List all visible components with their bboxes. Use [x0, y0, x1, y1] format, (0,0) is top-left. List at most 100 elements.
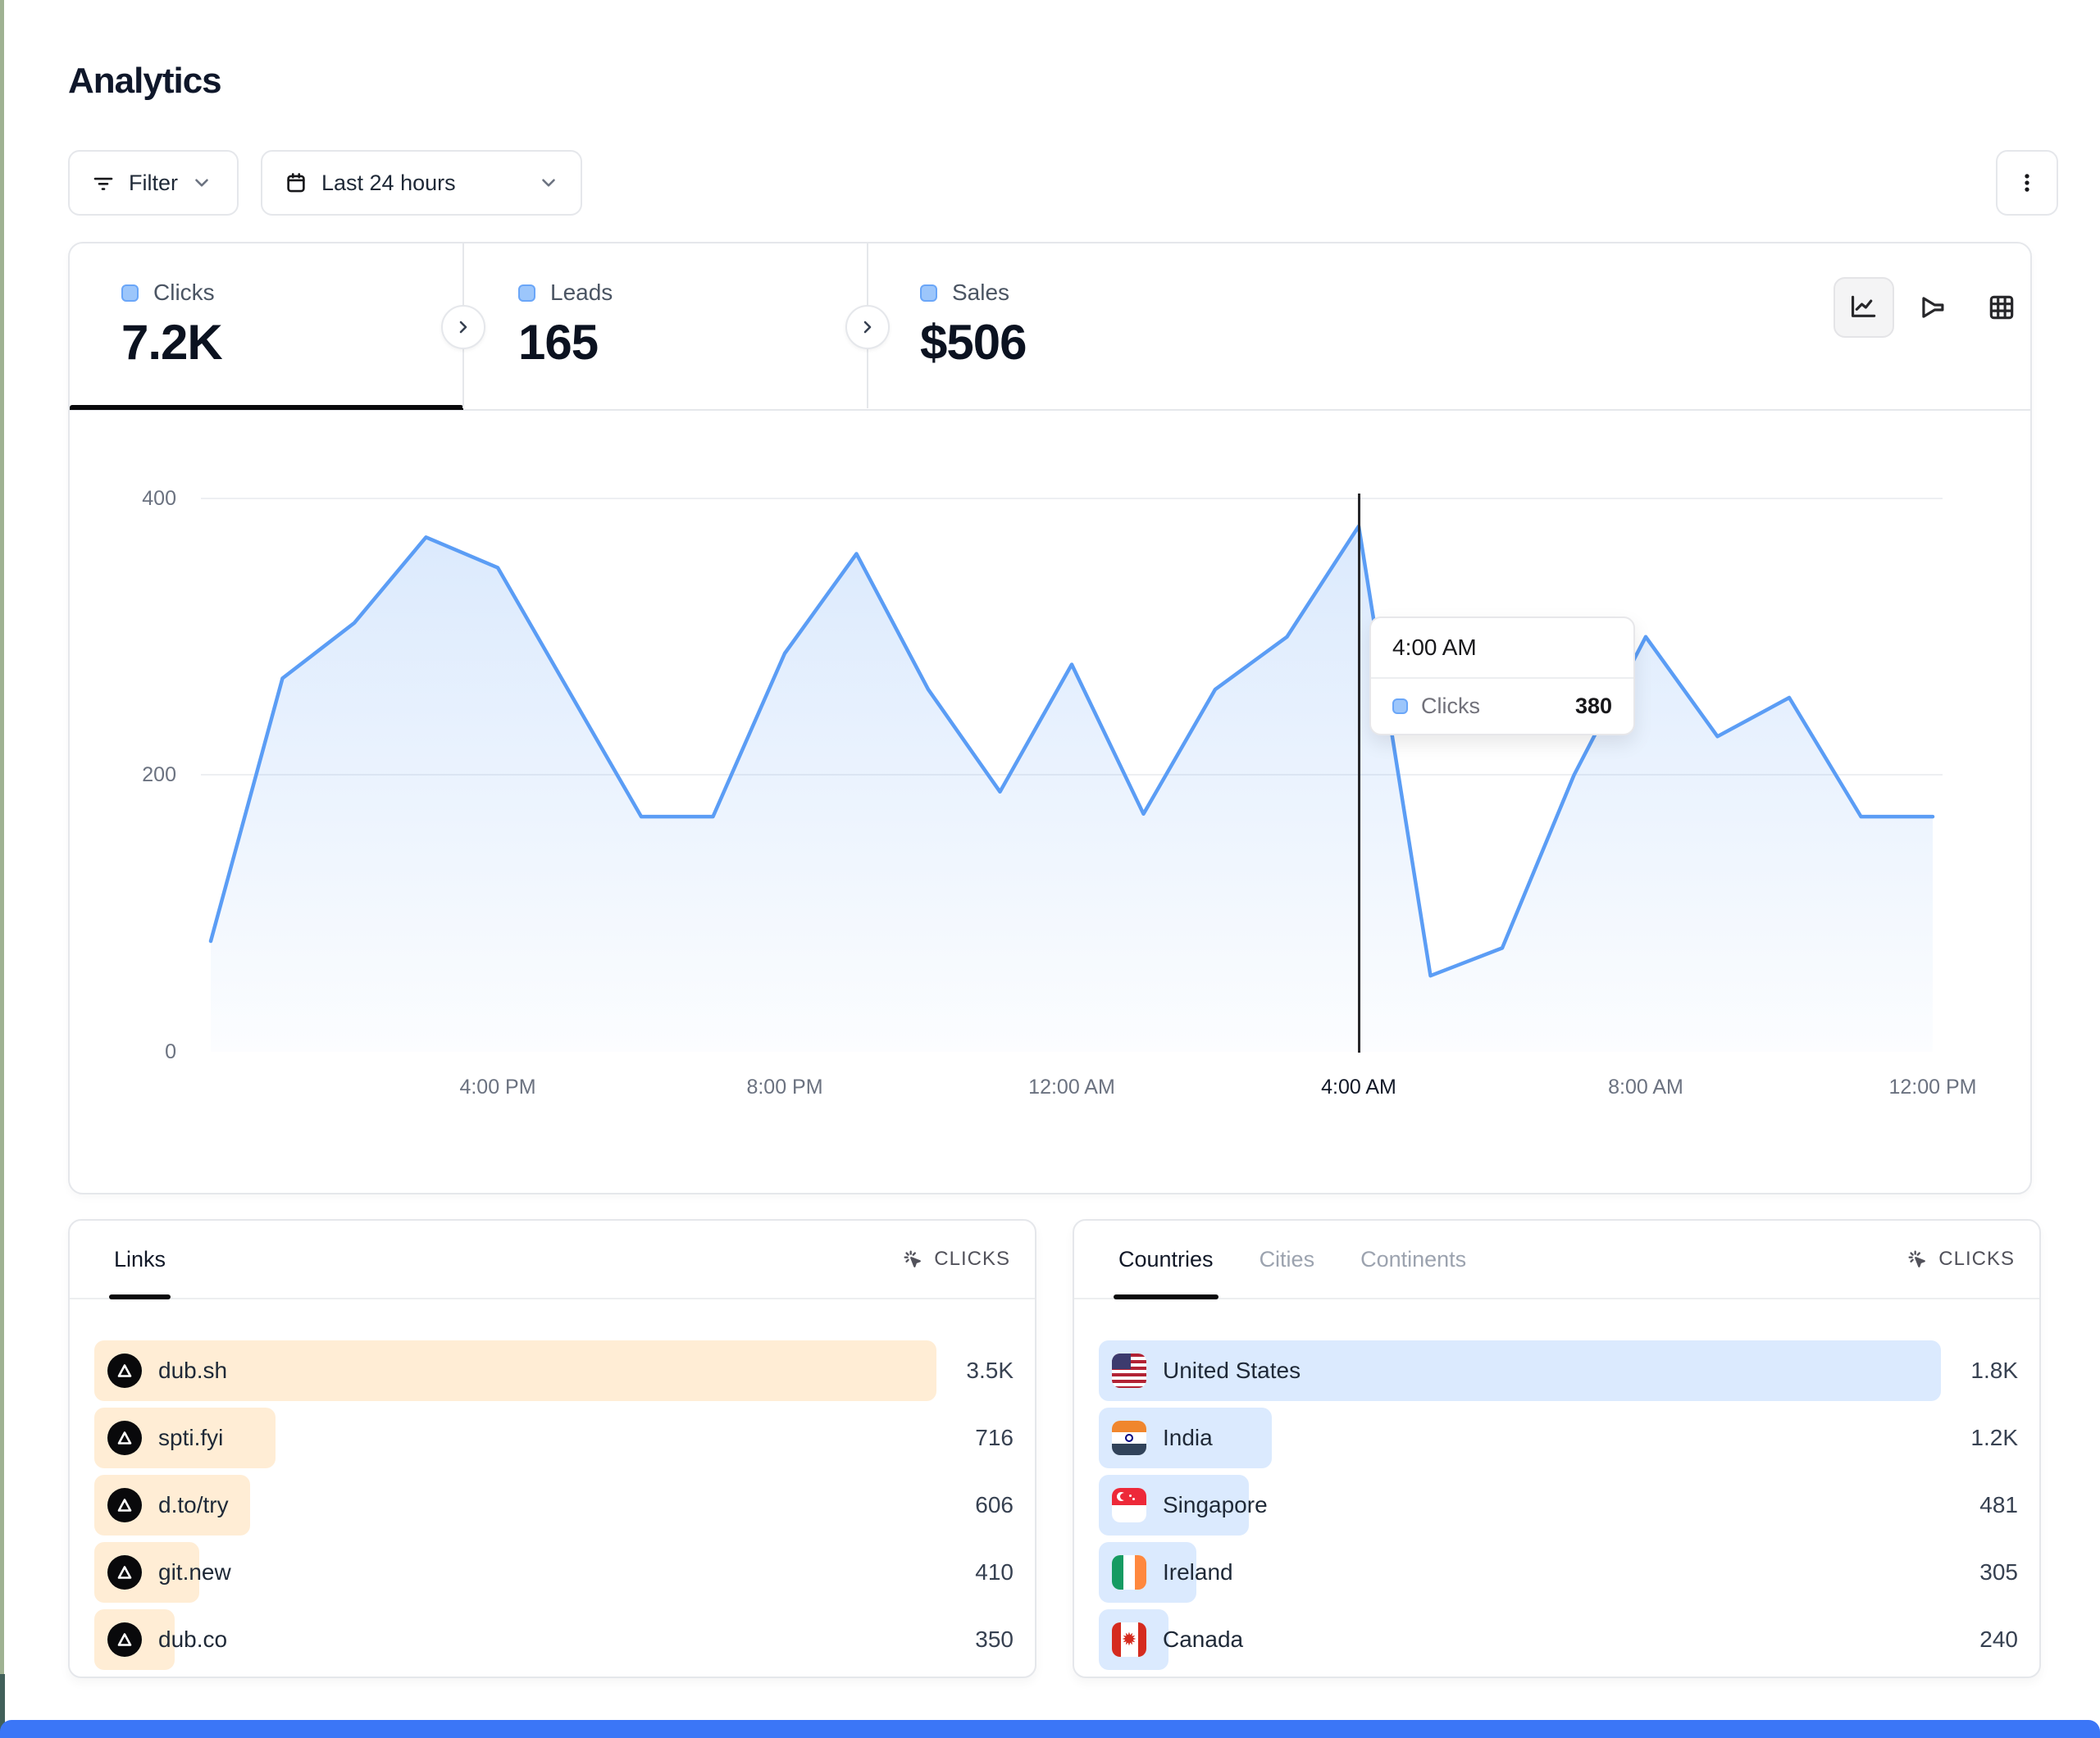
row-value: 240 [1979, 1627, 2018, 1653]
tooltip-time: 4:00 AM [1371, 618, 1633, 679]
row-label: Ireland [1163, 1559, 1233, 1586]
geo-panel: Countries Cities Continents CLICKS Unite… [1073, 1219, 2041, 1678]
chevron-down-icon [538, 172, 559, 193]
filter-icon [91, 171, 116, 195]
leads-series-swatch [518, 284, 535, 302]
chevron-down-icon [191, 172, 212, 193]
country-row[interactable]: United States 1.8K [1099, 1340, 2018, 1401]
window-edge-strip [0, 0, 4, 1738]
tab-sales-label: Sales [952, 280, 1009, 306]
tab-continents[interactable]: Continents [1360, 1221, 1466, 1298]
row-value: 716 [975, 1425, 1014, 1451]
row-value: 3.5K [966, 1358, 1014, 1384]
bottom-banner-bar [0, 1720, 2100, 1738]
y-axis-tick-400: 400 [90, 487, 176, 511]
analytics-page: Analytics Filter Last 24 hours [0, 0, 2100, 1738]
row-label: git.new [158, 1559, 231, 1586]
tooltip-value: 380 [1575, 694, 1612, 719]
expand-sales-button[interactable] [845, 305, 890, 349]
links-panel: Links CLICKS dub.sh 3.5K [68, 1219, 1036, 1678]
tab-cities[interactable]: Cities [1260, 1221, 1315, 1298]
row-value: 1.8K [1970, 1358, 2018, 1384]
link-row[interactable]: git.new 410 [94, 1542, 1014, 1603]
link-row[interactable]: dub.co 350 [94, 1609, 1014, 1670]
us-flag-icon [1112, 1354, 1146, 1388]
x-axis-tick: 8:00 PM [746, 1076, 822, 1099]
filter-button[interactable]: Filter [68, 150, 239, 216]
dub-logo-icon [107, 1488, 142, 1522]
clicks-series-swatch [121, 284, 139, 302]
line-chart-view-button[interactable] [1834, 277, 1894, 338]
tab-links[interactable]: Links [114, 1221, 166, 1298]
sales-series-swatch [920, 284, 937, 302]
chart-view-toggles [1834, 277, 2032, 338]
active-tab-underline [70, 405, 463, 410]
x-axis-tick: 12:00 PM [1888, 1076, 1976, 1099]
row-value: 606 [975, 1492, 1014, 1518]
row-label: India [1163, 1425, 1213, 1451]
row-label: dub.sh [158, 1358, 227, 1384]
tab-clicks-label: Clicks [153, 280, 215, 306]
date-range-label: Last 24 hours [321, 171, 456, 196]
expand-leads-button[interactable] [441, 305, 485, 349]
dub-logo-icon [107, 1354, 142, 1388]
singapore-flag-icon [1112, 1488, 1146, 1522]
row-value: 1.2K [1970, 1425, 2018, 1451]
kebab-menu-icon [2015, 171, 2039, 195]
country-row[interactable]: Singapore 481 [1099, 1475, 2018, 1536]
row-value: 350 [975, 1627, 1014, 1653]
india-flag-icon [1112, 1421, 1146, 1455]
x-axis-tick: 4:00 PM [459, 1076, 535, 1099]
clicks-value: 7.2K [121, 314, 222, 371]
dub-logo-icon [107, 1555, 142, 1590]
cursor-click-icon [901, 1248, 924, 1271]
more-options-button[interactable] [1996, 150, 2058, 216]
row-value: 481 [1979, 1492, 2018, 1518]
date-range-button[interactable]: Last 24 hours [261, 150, 582, 216]
row-label: dub.co [158, 1627, 227, 1653]
dub-logo-icon [107, 1622, 142, 1657]
table-view-button[interactable] [1971, 277, 2032, 338]
chart-tooltip: 4:00 AM Clicks 380 [1369, 616, 1635, 735]
y-axis-tick-0: 0 [90, 1040, 176, 1064]
tab-leads[interactable]: Leads 165 [518, 243, 830, 409]
tooltip-series-swatch [1392, 698, 1408, 714]
country-row[interactable]: Ireland 305 [1099, 1542, 2018, 1603]
geo-metric-label: CLICKS [1938, 1248, 2015, 1271]
sales-value: $506 [920, 314, 1026, 371]
row-label: spti.fyi [158, 1425, 223, 1451]
link-row[interactable]: dub.sh 3.5K [94, 1340, 1014, 1401]
country-row[interactable]: India 1.2K [1099, 1408, 2018, 1468]
country-row[interactable]: ✹ Canada 240 [1099, 1609, 2018, 1670]
y-axis-tick-200: 200 [90, 763, 176, 787]
links-metric[interactable]: CLICKS [901, 1248, 1010, 1271]
row-label: United States [1163, 1358, 1301, 1384]
links-metric-label: CLICKS [934, 1248, 1010, 1271]
clicks-area-chart[interactable] [201, 492, 1943, 1053]
tab-clicks[interactable]: Clicks 7.2K [121, 243, 449, 409]
tab-leads-label: Leads [550, 280, 613, 306]
row-value: 305 [1979, 1559, 2018, 1586]
geo-metric[interactable]: CLICKS [1906, 1248, 2015, 1271]
tab-countries[interactable]: Countries [1118, 1221, 1214, 1298]
link-row[interactable]: spti.fyi 716 [94, 1408, 1014, 1468]
ireland-flag-icon [1112, 1555, 1146, 1590]
row-label: Canada [1163, 1627, 1243, 1653]
filter-button-label: Filter [129, 171, 178, 196]
leads-value: 165 [518, 314, 598, 371]
cursor-click-icon [1906, 1248, 1929, 1271]
tooltip-series-label: Clicks [1421, 694, 1562, 719]
x-axis-tick: 12:00 AM [1028, 1076, 1115, 1099]
calendar-icon [284, 171, 308, 195]
canada-flag-icon: ✹ [1112, 1622, 1146, 1657]
row-label: d.to/try [158, 1492, 229, 1518]
link-row[interactable]: d.to/try 606 [94, 1475, 1014, 1536]
row-value: 410 [975, 1559, 1014, 1586]
dub-logo-icon [107, 1421, 142, 1455]
x-axis-tick-highlighted: 4:00 AM [1321, 1076, 1396, 1099]
funnel-view-button[interactable] [1902, 277, 1963, 338]
tab-sales[interactable]: Sales $506 [920, 243, 1232, 409]
chart-hover-line [1358, 494, 1360, 1053]
row-label: Singapore [1163, 1492, 1268, 1518]
x-axis-tick: 8:00 AM [1608, 1076, 1683, 1099]
